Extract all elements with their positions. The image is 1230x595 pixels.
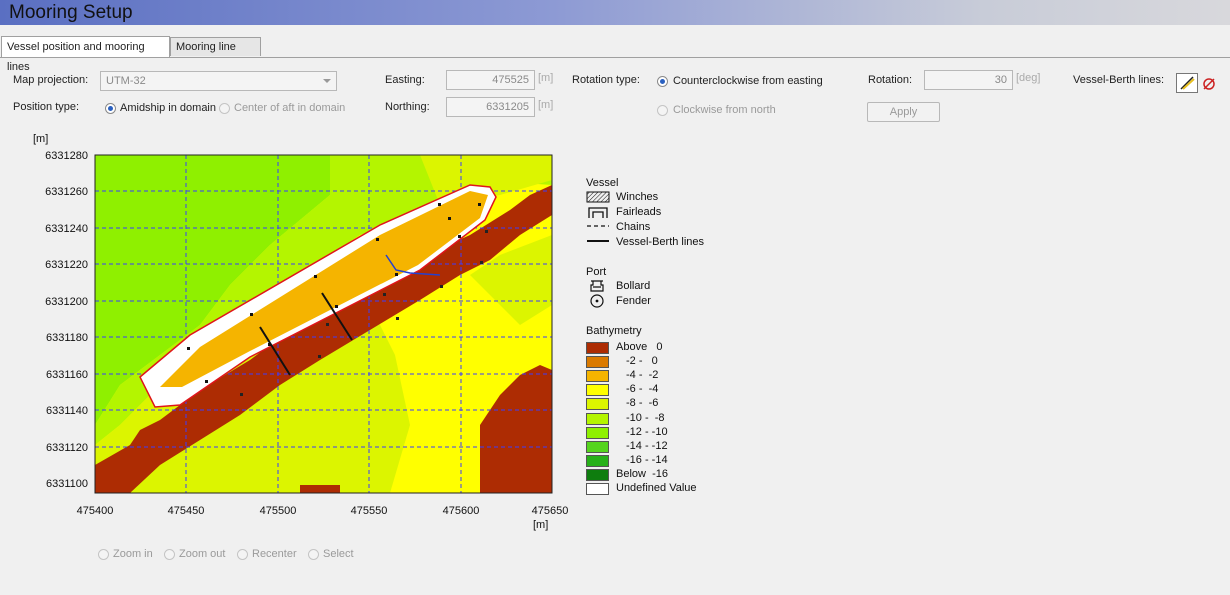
northing-label: Northing: (385, 101, 430, 113)
bathy-range-label: -12 - -10 (626, 425, 668, 438)
radio-center-aft[interactable] (219, 103, 230, 114)
y-tick-label: 6331220 (45, 259, 88, 271)
radio-counterclockwise-label: Counterclockwise from easting (673, 75, 823, 87)
bathy-range-label: -8 - -6 (626, 397, 659, 410)
y-tick-label: 6331180 (46, 332, 88, 344)
select-label: Select (323, 548, 354, 560)
radio-recenter[interactable] (237, 549, 248, 560)
easting-input[interactable]: 475525 (446, 70, 535, 90)
bathy-range-label: -14 - -12 (626, 439, 668, 452)
easting-label: Easting: (385, 74, 425, 86)
legend-port-heading: Port (586, 266, 607, 278)
bathy-swatch (586, 426, 609, 439)
bathy-range-label: -16 - -14 (626, 453, 668, 466)
radio-amidship-label: Amidship in domain (120, 102, 216, 114)
apply-button[interactable]: Apply (867, 102, 940, 122)
tab-vessel-position[interactable]: Vessel position and mooring lines (1, 36, 170, 73)
pencil-line-icon (1180, 76, 1195, 90)
x-tick-label: 475500 (260, 505, 297, 517)
bathy-range-label: Undefined Value (616, 482, 697, 494)
vessel-berth-lines-label: Vessel-Berth lines: (1073, 74, 1165, 86)
legend-vessel-berth-lines: Vessel-Berth lines (616, 236, 705, 248)
x-tick-label: 475550 (351, 505, 388, 517)
legend-fender: Fender (616, 295, 651, 307)
tab-strip: Vessel position and mooring lines Moorin… (0, 36, 1230, 73)
title-bar: Mooring Setup (0, 0, 1230, 25)
bathy-swatch (586, 384, 609, 397)
draw-line-button[interactable] (1176, 73, 1198, 93)
recenter-label: Recenter (252, 548, 297, 560)
position-type-label: Position type: (13, 101, 80, 113)
bathy-swatch (586, 454, 609, 467)
y-axis-unit: [m] (33, 133, 48, 145)
legend-winches: Winches (616, 191, 659, 203)
rotation-input[interactable]: 30 (924, 70, 1013, 90)
legend-bollard: Bollard (616, 280, 651, 292)
delete-line-icon[interactable] (1201, 76, 1217, 92)
bathymetry-layer (95, 155, 552, 493)
tab-mooring-line-data[interactable]: Mooring line data (170, 37, 261, 72)
bathy-swatch (586, 412, 609, 425)
rotation-type-label: Rotation type: (572, 74, 640, 86)
bathy-range-label: -10 - -8 (626, 411, 665, 424)
bathy-swatch (586, 468, 609, 481)
x-axis-unit: [m] (533, 519, 548, 531)
bathy-swatch (586, 398, 609, 411)
y-tick-label: 6331140 (46, 405, 88, 417)
y-axis-ticks: 6331280 6331260 6331240 6331220 6331200 … (45, 150, 88, 490)
fairlead-icon (588, 207, 608, 218)
bathy-swatch (586, 356, 609, 369)
bathy-range-label: -6 - -4 (626, 383, 659, 396)
radio-amidship[interactable] (105, 103, 116, 114)
northing-input[interactable]: 6331205 (446, 97, 535, 117)
easting-unit: [m] (538, 72, 554, 84)
bathy-swatch (586, 370, 609, 383)
window-title: Mooring Setup (9, 2, 133, 23)
chevron-down-icon (323, 79, 331, 83)
y-tick-label: 6331160 (46, 369, 88, 381)
radio-clockwise-north[interactable] (657, 105, 668, 116)
x-tick-label: 475600 (443, 505, 480, 517)
bollard-icon (590, 280, 604, 292)
legend-vessel-heading: Vessel (586, 177, 619, 189)
legend-bathymetry-heading: Bathymetry (586, 325, 642, 337)
radio-counterclockwise-easting[interactable] (657, 76, 668, 87)
radio-zoom-out[interactable] (164, 549, 175, 560)
x-tick-label: 475450 (168, 505, 205, 517)
bathy-range-label: -2 - 0 (626, 355, 658, 368)
fender-icon (590, 294, 604, 308)
legend-chains: Chains (616, 221, 651, 233)
bathy-swatch (586, 342, 609, 354)
zoom-in-label: Zoom in (113, 548, 153, 560)
rotation-unit: [deg] (1016, 72, 1041, 84)
bathymetry-map[interactable]: [m] [m] 6331280 6331260 6331240 6331220 … (0, 125, 580, 535)
x-axis-ticks: 475400 475450 475500 475550 475600 47565… (77, 505, 569, 517)
radio-center-aft-label: Center of aft in domain (234, 102, 346, 114)
radio-select[interactable] (308, 549, 319, 560)
berth-line-icon (587, 240, 609, 242)
y-tick-label: 6331260 (45, 186, 88, 198)
radio-zoom-in[interactable] (98, 549, 109, 560)
bathy-range-label: -4 - -2 (626, 369, 659, 382)
x-tick-label: 475650 (532, 505, 569, 517)
winch-icon (586, 191, 610, 203)
rotation-label: Rotation: (868, 74, 913, 86)
bathy-range-label: Above 0 (616, 341, 663, 353)
zoom-out-label: Zoom out (179, 548, 226, 560)
y-tick-label: 6331100 (46, 478, 88, 490)
legend-fairleads: Fairleads (616, 206, 662, 218)
bathy-range-label: Below -16 (616, 467, 668, 480)
bathy-swatch (586, 483, 609, 495)
chain-dash-icon (587, 225, 609, 227)
y-tick-label: 6331280 (45, 150, 88, 162)
x-tick-label: 475400 (77, 505, 114, 517)
map-projection-value: UTM-32 (106, 75, 146, 87)
radio-clockwise-north-label: Clockwise from north (673, 104, 776, 116)
y-tick-label: 6331200 (45, 296, 88, 308)
map-projection-select[interactable]: UTM-32 (100, 71, 337, 91)
y-tick-label: 6331240 (45, 223, 88, 235)
northing-unit: [m] (538, 99, 554, 111)
y-tick-label: 6331120 (46, 442, 88, 454)
bathy-swatch (586, 440, 609, 453)
